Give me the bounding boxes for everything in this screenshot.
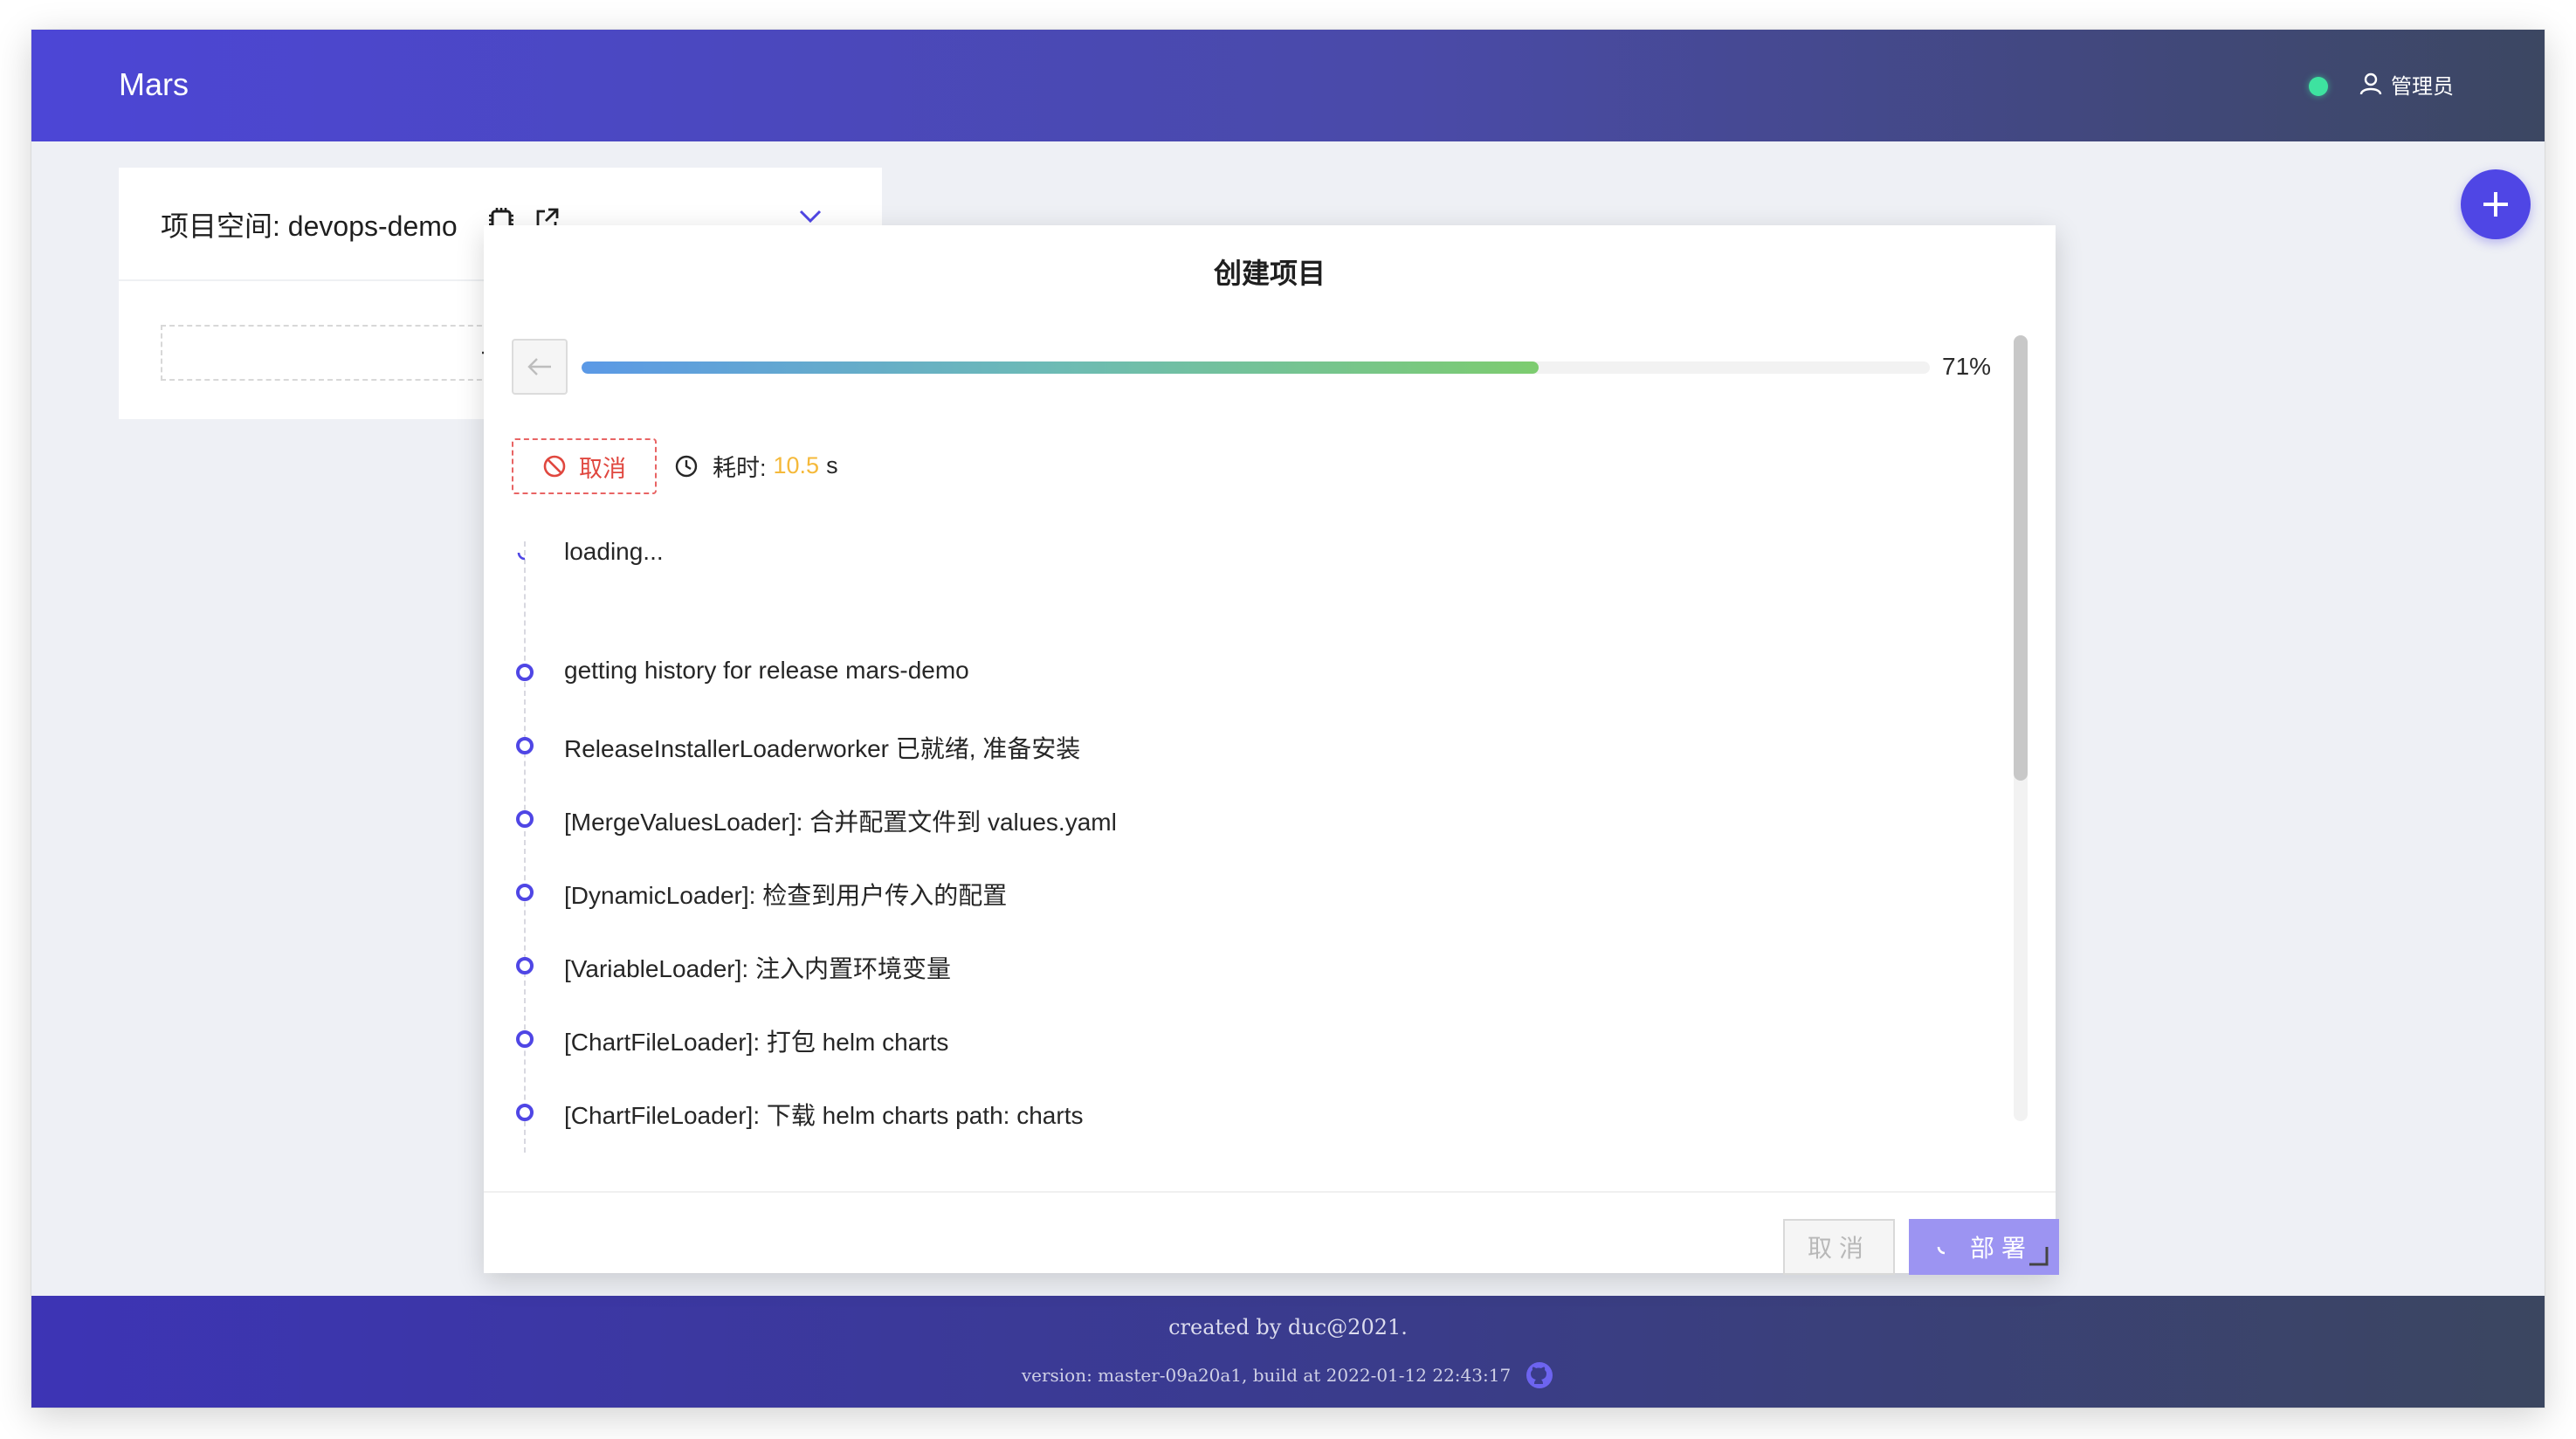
timeline-item: ReleaseInstallerLoaderworker 已就绪, 准备安装 [512, 728, 1996, 763]
elapsed-time: 耗时: 10.5 s [674, 449, 838, 483]
deploy-progress-bar [582, 361, 1930, 374]
stop-icon [543, 455, 566, 478]
elapsed-label: 耗时: [713, 455, 767, 481]
footer-created-by: created by duc@2021. [1168, 1315, 1408, 1339]
timeline-item-text: [ChartFileLoader]: 打包 helm charts [564, 1029, 949, 1056]
user-icon [2359, 72, 2382, 95]
elapsed-unit: s [826, 452, 838, 479]
top-header: Mars 管理员 [31, 30, 2545, 141]
arrow-left-icon [527, 358, 551, 375]
back-button[interactable] [512, 339, 568, 395]
github-icon[interactable] [1525, 1360, 1554, 1390]
modal-title: 创建项目 [1213, 258, 1326, 289]
timeline-item-text: getting history for release mars-demo [564, 657, 969, 684]
modal-body: 71% 取消 耗时: 10.5 s loading... getting his… [484, 330, 2056, 1153]
loading-spinner-icon [517, 552, 526, 561]
timeline-item-text: [ChartFileLoader]: 下载 helm charts path: … [564, 1102, 1084, 1129]
deploy-label: 部署 [1969, 1235, 2033, 1262]
timeline-item: [ChartFileLoader]: 打包 helm charts [512, 1022, 1996, 1057]
timeline-dot [516, 737, 534, 754]
project-namespace-name: devops-demo [287, 210, 458, 242]
timeline-line [524, 541, 526, 1153]
deploy-progress-fill [582, 361, 1539, 374]
plus-icon [2483, 192, 2508, 217]
timeline-dot [516, 810, 534, 828]
footer-version: version: master-09a20a1, build at 2022-0… [1021, 1365, 1512, 1386]
app-title[interactable]: Mars [119, 66, 189, 103]
deploy-log-timeline: loading... getting history for release m… [512, 536, 1996, 1153]
timeline-dot [516, 1104, 534, 1121]
timeline-item-text: [VariableLoader]: 注入内置环境变量 [564, 955, 951, 982]
timeline-item-text: [MergeValuesLoader]: 合并配置文件到 values.yaml [564, 809, 1117, 836]
timeline-item: [ChartFileLoader]: 下载 helm charts path: … [512, 1095, 1996, 1130]
timeline-item-text: [DynamicLoader]: 检查到用户传入的配置 [564, 882, 1008, 909]
timeline-item: [VariableLoader]: 注入内置环境变量 [512, 948, 1996, 983]
modal-cancel-label: 取消 [1807, 1235, 1870, 1262]
timeline-item: getting history for release mars-demo [512, 655, 1996, 690]
modal-footer: 取消 部署 [484, 1191, 2059, 1275]
log-scrollbar[interactable] [2014, 335, 2028, 1121]
modal-cancel-button[interactable]: 取消 [1783, 1219, 1895, 1275]
log-scrollbar-thumb[interactable] [2014, 335, 2028, 781]
app-window: Mars 管理员 项目空间: devops-demo created by du… [31, 30, 2545, 1408]
timeline-item: [MergeValuesLoader]: 合并配置文件到 values.yaml [512, 802, 1996, 837]
timeline-dot [516, 664, 534, 681]
connection-status-dot [2309, 77, 2328, 96]
elapsed-value: 10.5 [773, 452, 820, 479]
project-title-prefix: 项目空间: [161, 210, 288, 242]
cancel-deploy-button[interactable]: 取消 [512, 438, 657, 494]
cancel-deploy-label: 取消 [579, 455, 626, 482]
deploy-progress-percent: 71% [1942, 353, 1992, 380]
resize-handle-icon[interactable] [2028, 1245, 2049, 1266]
chevron-down-icon[interactable] [798, 208, 823, 225]
add-namespace-fab[interactable] [2461, 169, 2531, 239]
timeline-item-text: ReleaseInstallerLoaderworker 已就绪, 准备安装 [564, 735, 1081, 762]
timeline-item-text: loading... [564, 538, 664, 565]
user-menu[interactable]: 管理员 [2359, 65, 2454, 103]
timeline-dot [516, 957, 534, 974]
timeline-item: loading... [512, 536, 1996, 571]
loading-spinner-icon [1937, 1246, 1946, 1255]
create-project-modal: 创建项目 71% 取消 耗时: 10.5 s loading... gettin… [484, 225, 2059, 1275]
footer-version-row: version: master-09a20a1, build at 2022-0… [31, 1360, 2545, 1390]
project-title: 项目空间: devops-demo [161, 204, 458, 244]
timeline-dot [516, 1030, 534, 1048]
timeline-item: [DynamicLoader]: 检查到用户传入的配置 [512, 875, 1996, 910]
clock-icon [675, 455, 698, 477]
page-footer: created by duc@2021. version: master-09a… [31, 1296, 2545, 1408]
user-name: 管理员 [2391, 74, 2454, 99]
timeline-dot [516, 884, 534, 901]
